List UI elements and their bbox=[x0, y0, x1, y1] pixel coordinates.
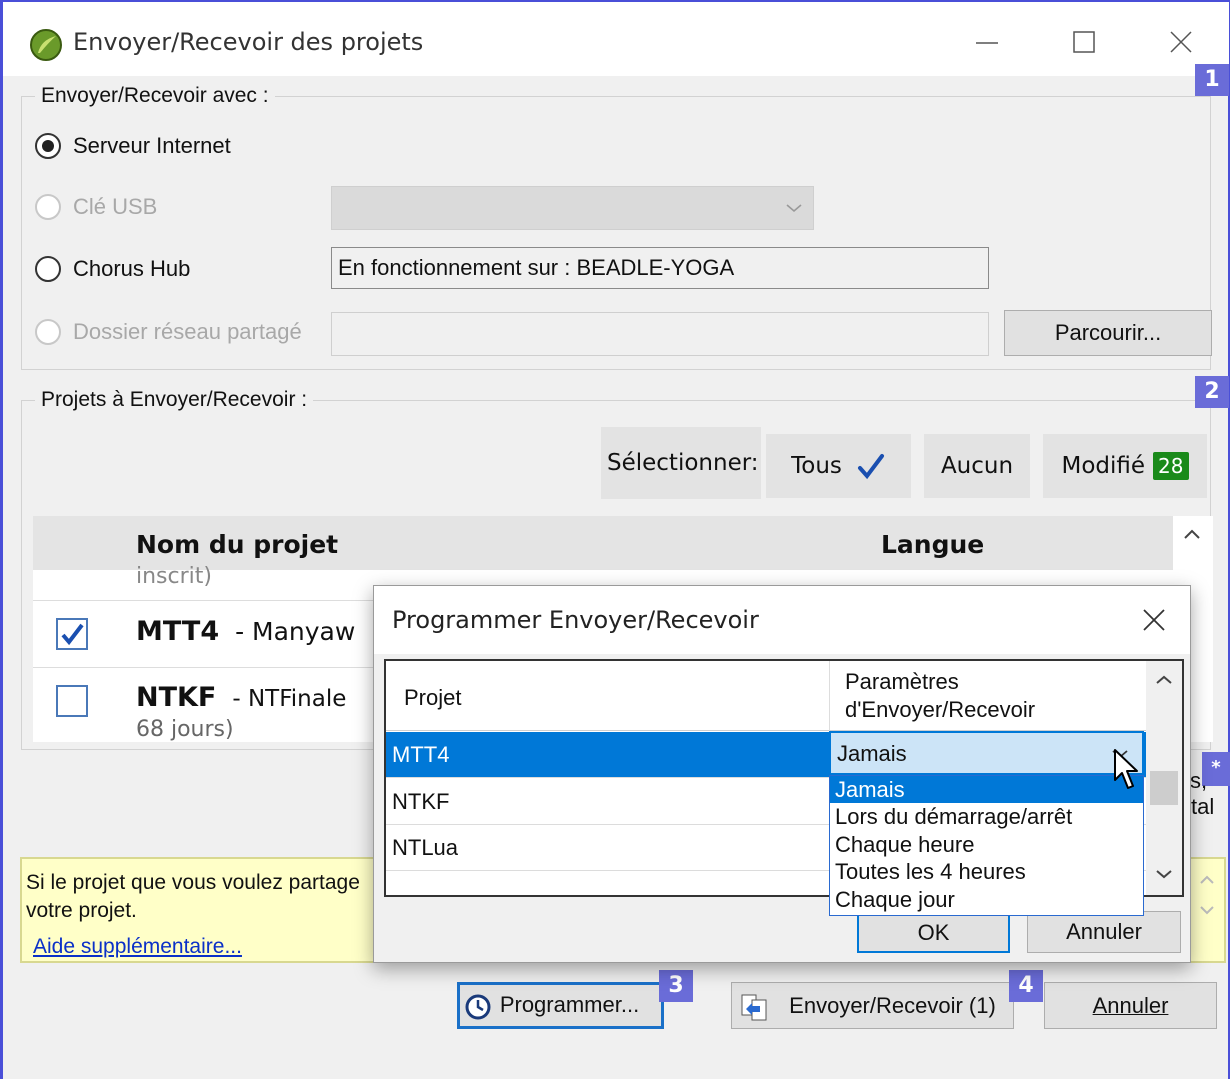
window-title: Envoyer/Recevoir des projets bbox=[73, 28, 424, 56]
info-line-2: votre projet. bbox=[26, 899, 137, 922]
radio-usb-key[interactable]: Clé USB bbox=[35, 194, 157, 220]
select-none-label: Aucun bbox=[940, 453, 1014, 479]
minimize-icon[interactable] bbox=[961, 20, 1013, 66]
col-project-name: Nom du projet bbox=[136, 530, 339, 559]
chevron-down-icon bbox=[786, 204, 802, 213]
option-startup-shutdown[interactable]: Lors du démarrage/arrêt bbox=[830, 803, 1143, 830]
row-name: - Manyaw bbox=[235, 617, 356, 646]
group1-legend: Envoyer/Recevoir avec : bbox=[35, 84, 275, 108]
col-divider bbox=[829, 661, 830, 731]
scroll-up-icon[interactable] bbox=[1181, 526, 1203, 542]
title-bar: Envoyer/Recevoir des projets bbox=[3, 2, 1229, 76]
step-badge-3: 3 bbox=[659, 970, 693, 1002]
select-modified-label: Modifié bbox=[1061, 453, 1146, 479]
radio-chorus-label: Chorus Hub bbox=[73, 256, 191, 281]
send-receive-icon bbox=[741, 994, 767, 1021]
radio-internet-server[interactable]: Serveur Internet bbox=[35, 133, 231, 159]
row-name: - NTFinale bbox=[232, 686, 347, 712]
radio-chorus-hub[interactable]: Chorus Hub bbox=[35, 256, 190, 282]
partial-row-text: inscrit) bbox=[136, 564, 212, 586]
radio-usb-indicator[interactable] bbox=[35, 194, 61, 220]
cancel-button[interactable]: Annuler bbox=[1044, 982, 1217, 1029]
table-row[interactable]: NTKF - NTFinale bbox=[136, 682, 346, 713]
radio-shared-label: Dossier réseau partagé bbox=[73, 319, 302, 344]
row-sub: 68 jours) bbox=[136, 717, 234, 742]
scroll-thumb[interactable] bbox=[1150, 771, 1178, 805]
select-modified-button[interactable]: Modifié 28 bbox=[1043, 434, 1207, 498]
dialog-cancel-button[interactable]: Annuler bbox=[1027, 911, 1181, 953]
select-none-button[interactable]: Aucun bbox=[924, 434, 1030, 498]
scroll-down-icon[interactable] bbox=[1198, 903, 1216, 917]
col-project: Projet bbox=[404, 685, 462, 710]
scroll-down-icon[interactable] bbox=[1154, 867, 1174, 881]
close-icon[interactable] bbox=[1140, 606, 1168, 634]
frequency-value: Jamais bbox=[837, 741, 907, 766]
radio-shared-folder[interactable]: Dossier réseau partagé bbox=[35, 319, 302, 345]
send-receive-button[interactable]: Envoyer/Recevoir (1) bbox=[731, 982, 1014, 1029]
schedule-label: Programmer... bbox=[499, 992, 640, 1017]
browse-button[interactable]: Parcourir... bbox=[1004, 310, 1212, 356]
usb-drive-combo bbox=[331, 186, 814, 230]
radio-chorus-indicator[interactable] bbox=[35, 256, 61, 282]
scroll-up-icon[interactable] bbox=[1154, 673, 1174, 687]
radio-internet-indicator[interactable] bbox=[35, 133, 61, 159]
step-badge-2: 2 bbox=[1195, 376, 1229, 408]
row-code: MTT4 bbox=[136, 616, 220, 647]
clock-icon bbox=[465, 994, 491, 1020]
row-project: MTT4 bbox=[392, 742, 450, 767]
app-logo-icon bbox=[30, 29, 62, 61]
table-row-checkbox[interactable] bbox=[56, 685, 88, 717]
ok-button[interactable]: OK bbox=[857, 911, 1010, 953]
frequency-combo[interactable]: Jamais bbox=[829, 731, 1144, 775]
dialog-title: Programmer Envoyer/Recevoir bbox=[392, 606, 759, 634]
project-list-header: Nom du projet Langue bbox=[33, 516, 1173, 570]
side-text-2: tal bbox=[1191, 794, 1215, 819]
select-label: Sélectionner: bbox=[607, 450, 759, 476]
cancel-label: Annuler bbox=[1092, 993, 1169, 1018]
option-every-4-hours[interactable]: Toutes les 4 heures bbox=[830, 858, 1143, 885]
scroll-up-icon[interactable] bbox=[1198, 873, 1216, 887]
chorus-hub-status: En fonctionnement sur : BEADLE-YOGA bbox=[331, 247, 989, 289]
mouse-cursor-icon bbox=[1114, 749, 1138, 789]
grid-scrollbar[interactable] bbox=[1146, 661, 1182, 895]
side-text-1: s, bbox=[1190, 768, 1208, 793]
row-project: NTLua bbox=[392, 835, 459, 860]
option-daily[interactable]: Chaque jour bbox=[830, 886, 1143, 913]
checkmark-icon bbox=[857, 454, 884, 480]
col-language: Langue bbox=[881, 530, 985, 559]
schedule-button[interactable]: Programmer... bbox=[457, 982, 664, 1029]
col-params-line2: d'Envoyer/Recevoir bbox=[845, 697, 1036, 722]
maximize-icon[interactable] bbox=[1058, 20, 1110, 66]
select-all-label: Tous bbox=[791, 453, 842, 479]
row-project: NTKF bbox=[392, 789, 450, 814]
step-badge-1: 1 bbox=[1195, 64, 1229, 96]
col-params-line1: Paramètres bbox=[845, 669, 959, 694]
option-never[interactable]: Jamais bbox=[830, 776, 1143, 804]
radio-usb-label: Clé USB bbox=[73, 194, 158, 219]
grid-header: Projet Paramètres d'Envoyer/Recevoir bbox=[386, 661, 1146, 731]
frequency-options-list[interactable]: Jamais Lors du démarrage/arrêt Chaque he… bbox=[829, 775, 1144, 916]
select-bar: Sélectionner: bbox=[601, 427, 761, 499]
shared-folder-path bbox=[331, 312, 989, 356]
checkbox-check-icon bbox=[61, 623, 84, 646]
group2-legend: Projets à Envoyer/Recevoir : bbox=[35, 388, 314, 412]
modified-count-badge: 28 bbox=[1153, 452, 1189, 480]
step-badge-4: 4 bbox=[1009, 970, 1043, 1002]
dialog-title-bar: Programmer Envoyer/Recevoir bbox=[374, 586, 1190, 654]
send-receive-label: Envoyer/Recevoir (1) bbox=[789, 993, 996, 1018]
radio-shared-indicator[interactable] bbox=[35, 319, 61, 345]
radio-internet-label: Serveur Internet bbox=[73, 133, 231, 158]
select-all-button[interactable]: Tous bbox=[766, 434, 911, 498]
table-row-checkbox[interactable] bbox=[56, 618, 88, 650]
more-help-link[interactable]: Aide supplémentaire... bbox=[33, 935, 242, 959]
row-code: NTKF bbox=[136, 682, 217, 713]
info-line-1: Si le projet que vous voulez partage bbox=[26, 871, 360, 894]
close-icon[interactable] bbox=[1155, 20, 1207, 66]
option-hourly[interactable]: Chaque heure bbox=[830, 831, 1143, 858]
table-row[interactable]: MTT4 - Manyaw bbox=[136, 616, 355, 647]
